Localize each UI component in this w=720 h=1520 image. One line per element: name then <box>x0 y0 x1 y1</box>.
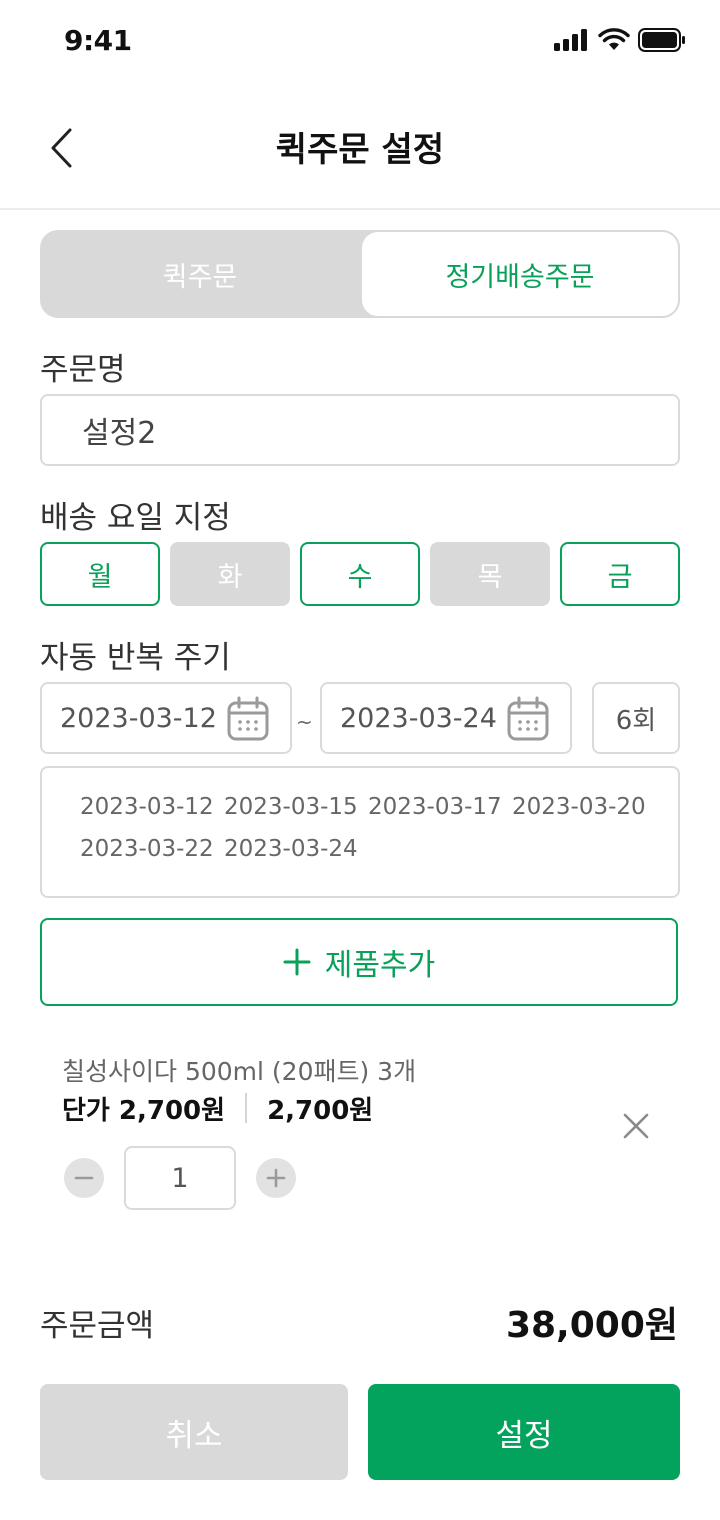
tab-quick-order[interactable]: 퀵주문 <box>40 230 360 318</box>
price-divider <box>245 1093 248 1123</box>
status-time: 9:41 <box>64 24 132 57</box>
battery-icon <box>638 28 685 52</box>
day-fri-button[interactable]: 금 <box>560 542 680 606</box>
confirm-button[interactable]: 설정 <box>368 1384 680 1480</box>
date-range-separator: ~ <box>296 710 313 734</box>
day-tue-button[interactable]: 화 <box>170 542 290 606</box>
scheduled-date: 2023-03-20 <box>512 794 646 820</box>
total-amount-value: 38,000원 <box>505 1305 678 1346</box>
scheduled-date: 2023-03-12 <box>80 794 214 820</box>
calendar-icon[interactable] <box>506 696 550 742</box>
day-mon-button[interactable]: 월 <box>40 542 160 606</box>
start-date-field[interactable]: 2023-03-12 <box>40 682 292 754</box>
unit-price: 단가 2,700원 <box>62 1095 226 1126</box>
plus-icon <box>266 1168 286 1188</box>
quantity-input[interactable]: 1 <box>124 1146 236 1210</box>
scheduled-dates-list: 2023-03-12 2023-03-15 2023-03-17 2023-03… <box>40 766 680 898</box>
quantity-increase-button[interactable] <box>256 1158 296 1198</box>
order-name-input[interactable]: 설정2 <box>40 394 680 466</box>
day-wed-button[interactable]: 수 <box>300 542 420 606</box>
scheduled-date: 2023-03-24 <box>224 836 358 862</box>
order-type-tabs: 퀵주문 정기배송주문 <box>40 230 680 318</box>
end-date-field[interactable]: 2023-03-24 <box>320 682 572 754</box>
cancel-button[interactable]: 취소 <box>40 1384 348 1480</box>
end-date-value: 2023-03-24 <box>340 702 497 734</box>
scheduled-date: 2023-03-22 <box>80 836 214 862</box>
wifi-icon <box>598 28 630 50</box>
signal-icon <box>554 29 587 51</box>
start-date-value: 2023-03-12 <box>60 702 217 734</box>
scheduled-date: 2023-03-15 <box>224 794 358 820</box>
product-subtotal: 2,700원 <box>267 1095 374 1126</box>
scheduled-date: 2023-03-17 <box>368 794 502 820</box>
close-icon[interactable] <box>616 1106 656 1146</box>
total-amount-label: 주문금액 <box>40 1308 155 1344</box>
delivery-days-label: 배송 요일 지정 <box>40 500 231 536</box>
product-name: 칠성사이다 500ml (20패트) 3개 <box>62 1057 417 1086</box>
add-product-label: 제품추가 <box>324 948 436 983</box>
order-name-label: 주문명 <box>40 352 126 388</box>
repeat-count: 6회 <box>592 682 680 754</box>
repeat-cycle-label: 자동 반복 주기 <box>40 640 231 676</box>
minus-icon <box>74 1176 94 1180</box>
calendar-icon[interactable] <box>226 696 270 742</box>
tab-regular-delivery[interactable]: 정기배송주문 <box>360 230 680 318</box>
product-price-row: 단가 2,700원 2,700원 <box>62 1090 373 1126</box>
plus-icon <box>283 948 311 976</box>
add-product-button[interactable]: 제품추가 <box>40 918 678 1006</box>
day-thu-button[interactable]: 목 <box>430 542 550 606</box>
app-header: 퀵주문 설정 <box>0 88 720 210</box>
status-icons <box>554 28 686 52</box>
page-title: 퀵주문 설정 <box>275 130 445 170</box>
quantity-decrease-button[interactable] <box>64 1158 104 1198</box>
